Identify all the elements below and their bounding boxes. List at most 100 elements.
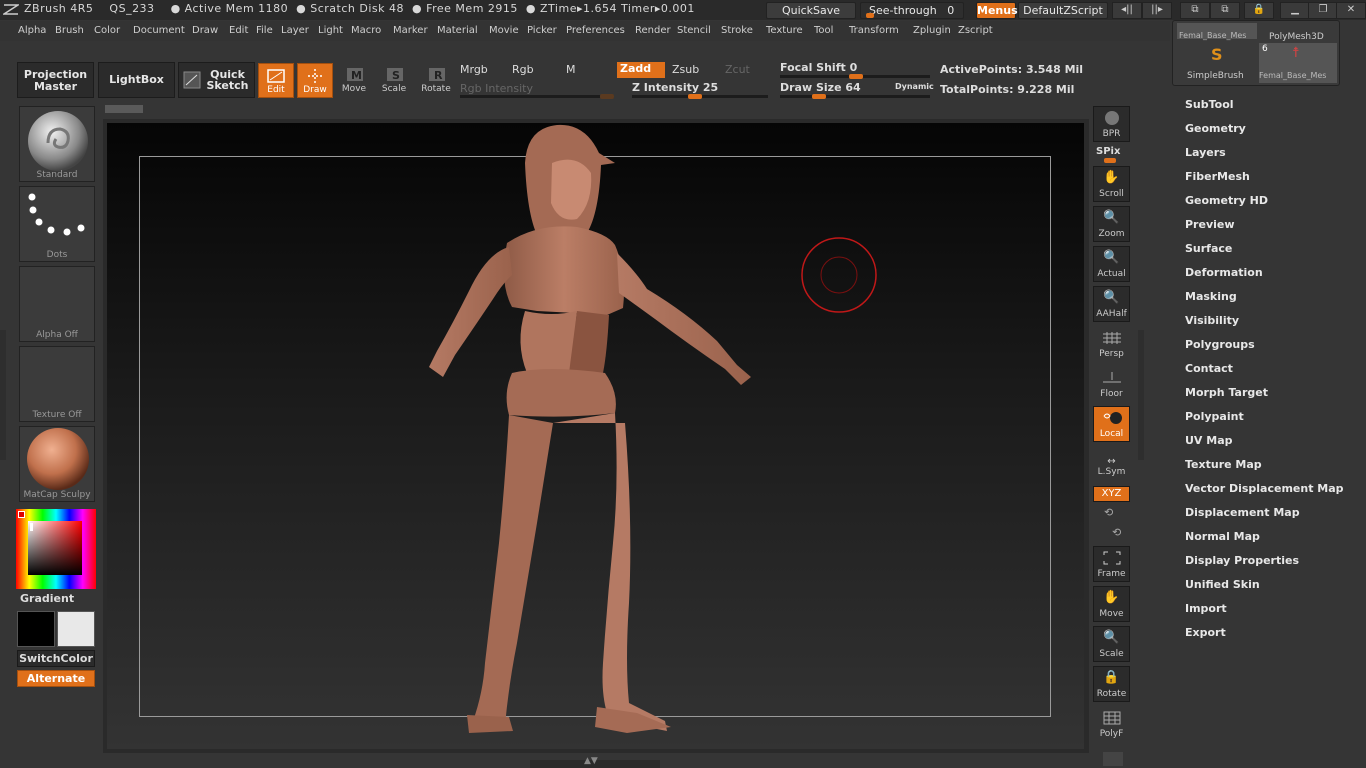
persp-button[interactable]: Persp <box>1093 326 1130 362</box>
scroll-button[interactable]: ✋ Scroll <box>1093 166 1130 202</box>
lock-icon[interactable]: 🔒 <box>1244 2 1274 19</box>
rotate-shelf-button[interactable]: 🔒 Rotate <box>1093 666 1130 702</box>
xyz-button[interactable]: XYZ <box>1093 486 1130 502</box>
m-button[interactable]: M <box>566 63 576 76</box>
quick-sketch-button[interactable]: Quick Sketch <box>178 62 255 98</box>
menu-zplugin[interactable]: Zplugin <box>913 25 951 36</box>
menus-button[interactable]: Menus <box>976 2 1018 19</box>
viewport-tab[interactable] <box>105 105 143 113</box>
rgb-intensity-slider[interactable]: Rgb Intensity <box>460 82 533 95</box>
hue-marker[interactable] <box>18 511 25 518</box>
shelf-bottom-icon[interactable] <box>1103 752 1123 766</box>
default-zscript-button[interactable]: DefaultZScript <box>1018 2 1108 19</box>
z-intensity-knob[interactable] <box>688 94 702 99</box>
menu-material[interactable]: Material <box>437 25 478 36</box>
color-picker[interactable] <box>16 509 96 589</box>
tool-palette-vector-displacement-map[interactable]: Vector Displacement Map <box>1185 482 1344 495</box>
zsub-button[interactable]: Zsub <box>672 63 699 76</box>
tool-palette-geometry-hd[interactable]: Geometry HD <box>1185 194 1268 207</box>
bpr-button[interactable]: BPR <box>1093 106 1130 142</box>
edit-mode-button[interactable]: Edit <box>258 63 294 98</box>
tool-palette-layers[interactable]: Layers <box>1185 146 1226 159</box>
tool-palette-contact[interactable]: Contact <box>1185 362 1233 375</box>
menu-zscript[interactable]: Zscript <box>958 25 993 36</box>
tool-palette-export[interactable]: Export <box>1185 626 1226 639</box>
gradient-label[interactable]: Gradient <box>17 591 95 608</box>
lightbox-button[interactable]: LightBox <box>98 62 175 98</box>
layout-alt-icon[interactable]: ⧉ <box>1210 2 1240 19</box>
zoom-button[interactable]: 🔍 Zoom <box>1093 206 1130 242</box>
menu-document[interactable]: Document <box>133 25 185 36</box>
draw-size-knob[interactable] <box>812 94 826 99</box>
primary-color-swatch[interactable] <box>17 611 55 647</box>
alpha-selector[interactable]: Alpha Off <box>19 266 95 342</box>
move-shelf-button[interactable]: ✋ Move <box>1093 586 1130 622</box>
rgb-intensity-knob[interactable] <box>600 94 614 99</box>
bottom-scroll-bar[interactable]: ▲▼ <box>530 756 660 768</box>
aahalf-button[interactable]: 🔍 AAHalf <box>1093 286 1130 322</box>
layout-icon[interactable]: ⧉ <box>1180 2 1210 19</box>
restore-icon[interactable]: ❐ <box>1308 2 1338 19</box>
menu-texture[interactable]: Texture <box>766 25 803 36</box>
material-selector[interactable]: MatCap Sculpy <box>19 426 95 502</box>
tool-thumb-polymesh3d[interactable]: PolyMesh3D <box>1259 23 1337 43</box>
menu-edit[interactable]: Edit <box>229 25 248 36</box>
spix-knob[interactable] <box>1104 158 1116 163</box>
polyf-button[interactable]: PolyF <box>1093 706 1130 742</box>
local-button[interactable]: Local <box>1093 406 1130 442</box>
tool-palette-surface[interactable]: Surface <box>1185 242 1232 255</box>
expand-arrows-icon[interactable]: ▲▼ <box>584 756 598 766</box>
tool-palette-texture-map[interactable]: Texture Map <box>1185 458 1262 471</box>
move-mode-button[interactable]: M Move <box>336 63 372 98</box>
menu-draw[interactable]: Draw <box>192 25 218 36</box>
rgb-intensity-track[interactable] <box>460 95 614 98</box>
menu-tool[interactable]: Tool <box>814 25 833 36</box>
focal-shift-slider[interactable]: Focal Shift 0 <box>780 61 857 74</box>
tool-palette-unified-skin[interactable]: Unified Skin <box>1185 578 1260 591</box>
secondary-color-swatch[interactable] <box>57 611 95 647</box>
tool-palette-normal-map[interactable]: Normal Map <box>1185 530 1260 543</box>
switch-color-button[interactable]: SwitchColor <box>17 650 95 667</box>
minimize-icon[interactable]: ▁ <box>1280 2 1310 19</box>
tool-palette-subtool[interactable]: SubTool <box>1185 98 1234 111</box>
close-icon[interactable]: ✕ <box>1336 2 1366 19</box>
dynamic-button[interactable]: Dynamic <box>895 82 934 91</box>
scroll-right-icon[interactable]: ||▸ <box>1142 2 1172 19</box>
menu-transform[interactable]: Transform <box>849 25 899 36</box>
tool-palette-masking[interactable]: Masking <box>1185 290 1237 303</box>
rotate-y-icon[interactable]: ⟲ <box>1104 506 1113 519</box>
tool-thumb-femal-base-2[interactable]: 6 ☨ Femal_Base_Mes <box>1259 43 1337 83</box>
menu-brush[interactable]: Brush <box>55 25 84 36</box>
female-base-mesh[interactable] <box>107 123 1084 749</box>
menu-stroke[interactable]: Stroke <box>721 25 753 36</box>
tool-palette-uv-map[interactable]: UV Map <box>1185 434 1233 447</box>
tool-palette-import[interactable]: Import <box>1185 602 1227 615</box>
texture-selector[interactable]: Texture Off <box>19 346 95 422</box>
spix-slider[interactable]: SPix <box>1096 146 1120 157</box>
frame-button[interactable]: Frame <box>1093 546 1130 582</box>
rotate-mode-button[interactable]: R Rotate <box>418 63 454 98</box>
tool-thumb-femal-base-1[interactable]: Femal_Base_Mes <box>1177 23 1257 40</box>
focal-shift-knob[interactable] <box>849 74 863 79</box>
actual-button[interactable]: 🔍 Actual <box>1093 246 1130 282</box>
floor-button[interactable]: Floor <box>1093 366 1130 402</box>
rgb-button[interactable]: Rgb <box>512 63 534 76</box>
zcut-button[interactable]: Zcut <box>725 63 750 76</box>
tool-palette-fibermesh[interactable]: FiberMesh <box>1185 170 1250 183</box>
menu-stencil[interactable]: Stencil <box>677 25 711 36</box>
z-intensity-slider[interactable]: Z Intensity 25 <box>632 81 718 94</box>
tool-palette-geometry[interactable]: Geometry <box>1185 122 1246 135</box>
rotate-z-icon[interactable]: ⟲ <box>1112 526 1121 539</box>
menu-preferences[interactable]: Preferences <box>566 25 625 36</box>
menu-file[interactable]: File <box>256 25 273 36</box>
tool-palette-deformation[interactable]: Deformation <box>1185 266 1263 279</box>
draw-mode-button[interactable]: Draw <box>297 63 333 98</box>
tool-palette-visibility[interactable]: Visibility <box>1185 314 1239 327</box>
left-tray-handle[interactable] <box>0 330 6 460</box>
menu-marker[interactable]: Marker <box>393 25 428 36</box>
stroke-selector[interactable]: Dots <box>19 186 95 262</box>
menu-light[interactable]: Light <box>318 25 343 36</box>
scale-shelf-button[interactable]: 🔍 Scale <box>1093 626 1130 662</box>
tool-palette-preview[interactable]: Preview <box>1185 218 1235 231</box>
tool-palette-polypaint[interactable]: Polypaint <box>1185 410 1244 423</box>
